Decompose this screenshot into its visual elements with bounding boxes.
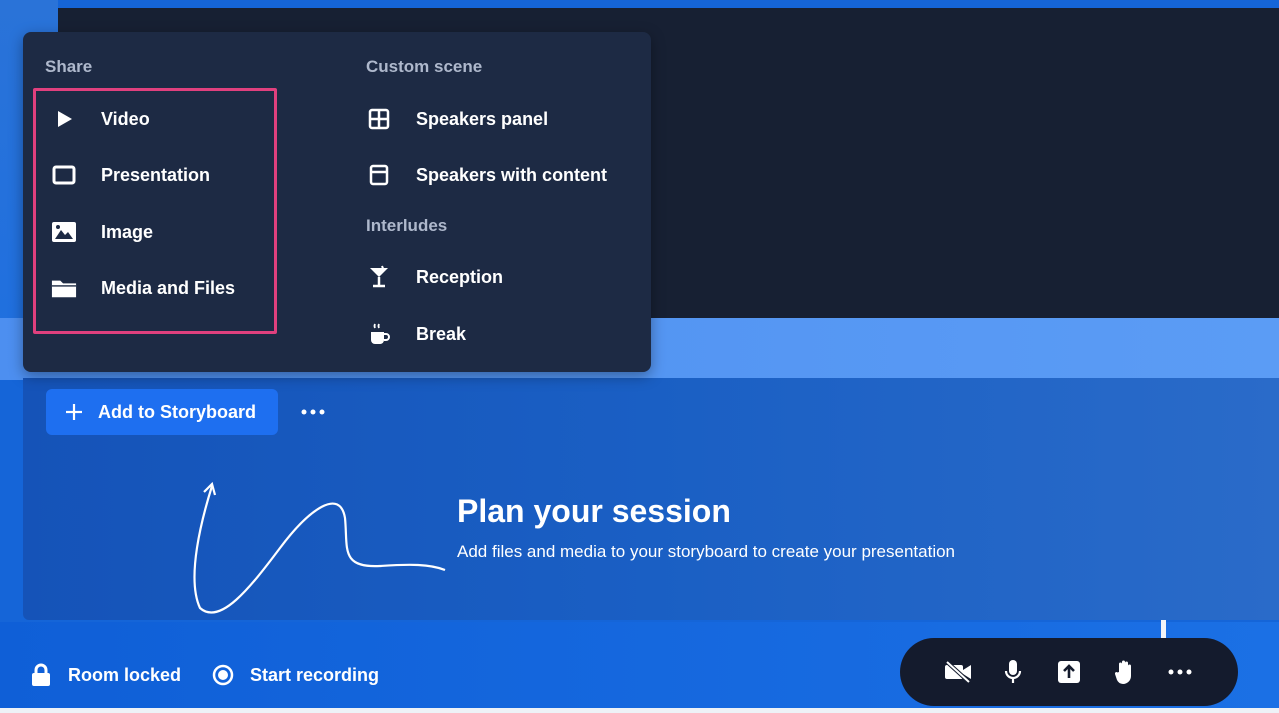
storyboard-title: Plan your session: [457, 493, 731, 529]
image-icon: [51, 219, 77, 245]
play-icon: [51, 106, 77, 132]
menu-item-label: Reception: [416, 266, 504, 287]
menu-item-video[interactable]: Video: [51, 104, 150, 134]
share-screen-icon: [1057, 661, 1080, 683]
menu-item-break[interactable]: Break: [366, 319, 466, 349]
microphone-icon: [1005, 660, 1022, 683]
start-recording-button[interactable]: Start recording: [212, 660, 379, 690]
add-to-storyboard-button[interactable]: Add to Storyboard: [46, 389, 278, 435]
bottom-edge: [0, 708, 1279, 713]
microphone-button[interactable]: [996, 655, 1030, 689]
call-controls: [900, 638, 1238, 706]
lock-icon: [30, 663, 52, 687]
plus-icon: [64, 402, 84, 422]
menu-item-label: Speakers with content: [416, 164, 608, 185]
add-content-menu: Share Video Presentation Image Media and…: [23, 32, 651, 372]
menu-item-label: Video: [101, 108, 150, 129]
custom-scene-section-label: Custom scene: [366, 57, 483, 76]
presentation-icon: [51, 162, 77, 188]
camera-off-icon: [944, 660, 971, 684]
storyboard-more-button[interactable]: [298, 400, 328, 424]
folder-icon: [51, 275, 77, 301]
menu-item-speakers-panel[interactable]: Speakers panel: [366, 104, 548, 134]
menu-item-presentation[interactable]: Presentation: [51, 160, 210, 190]
menu-item-label: Media and Files: [101, 277, 236, 298]
interludes-section-label: Interludes: [366, 216, 448, 235]
room-locked-label: Room locked: [68, 664, 182, 685]
record-icon: [212, 664, 234, 686]
raise-hand-button[interactable]: [1108, 655, 1142, 689]
grid-icon: [366, 106, 392, 132]
add-to-storyboard-label: Add to Storyboard: [98, 401, 256, 422]
raise-hand-icon: [1114, 660, 1131, 684]
cocktail-icon: [366, 264, 392, 290]
menu-item-image[interactable]: Image: [51, 217, 153, 247]
camera-toggle-button[interactable]: [941, 655, 975, 689]
more-icon: [1168, 669, 1192, 675]
menu-item-label: Image: [101, 221, 154, 242]
menu-item-speakers-with-content[interactable]: Speakers with content: [366, 160, 607, 190]
menu-item-reception[interactable]: Reception: [366, 262, 503, 292]
more-icon: [301, 409, 325, 415]
coffee-icon: [366, 321, 392, 347]
share-screen-button[interactable]: [1052, 655, 1086, 689]
room-locked-button[interactable]: Room locked: [30, 660, 181, 690]
menu-item-label: Break: [416, 323, 467, 344]
menu-item-label: Speakers panel: [416, 108, 549, 129]
more-options-button[interactable]: [1163, 655, 1197, 689]
squiggle-arrow-illustration: [193, 481, 446, 614]
storyboard-subtitle: Add files and media to your storyboard t…: [457, 542, 956, 561]
start-recording-label: Start recording: [250, 664, 380, 685]
layout-icon: [366, 162, 392, 188]
menu-item-media-and-files[interactable]: Media and Files: [51, 273, 235, 303]
share-section-label: Share: [45, 57, 93, 76]
menu-item-label: Presentation: [101, 164, 211, 185]
